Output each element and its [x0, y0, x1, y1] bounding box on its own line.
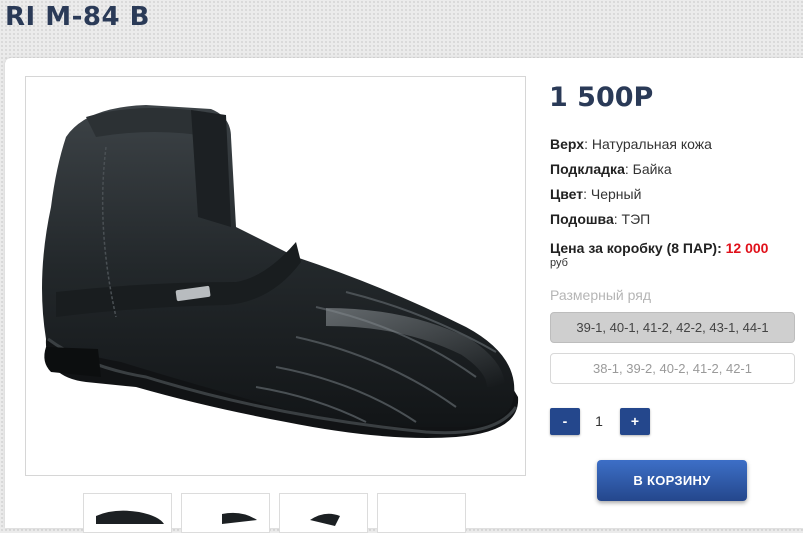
size-option[interactable]: 38-1, 39-2, 40-2, 41-2, 42-1 [550, 353, 795, 384]
size-option-selected[interactable]: 39-1, 40-1, 41-2, 42-2, 43-1, 44-1 [550, 312, 795, 343]
product-thumbnail[interactable] [181, 493, 270, 533]
add-to-cart-button[interactable]: В КОРЗИНУ [597, 460, 747, 501]
spec-value: : Черный [583, 186, 642, 202]
shoe-thumbnail-icon [96, 510, 164, 524]
product-price: 1 500Р [549, 82, 654, 113]
spec-label: Подошва [550, 211, 614, 227]
quantity-value[interactable]: 1 [588, 413, 610, 429]
spec-sole: Подошва: ТЭП [550, 211, 650, 227]
box-price-value: 12 000 [725, 240, 769, 256]
spec-label: Верх [550, 136, 585, 152]
box-price-unit: руб [550, 257, 568, 269]
spec-value: : Байка [624, 161, 672, 177]
quantity-increase-button[interactable]: + [620, 408, 650, 435]
spec-color: Цвет: Черный [550, 186, 641, 202]
spec-value: : Натуральная кожа [584, 136, 712, 152]
product-thumbnail[interactable] [83, 493, 172, 533]
product-title: RI M-84 B [5, 2, 150, 32]
shoe-thumbnail-icon [310, 513, 340, 526]
size-range-label: Размерный ряд [550, 287, 652, 303]
product-thumbnail[interactable] [377, 493, 466, 533]
spec-upper: Верх: Натуральная кожа [550, 136, 712, 152]
spec-label: Цвет [550, 186, 584, 202]
box-price-label: Цена за коробку (8 ПАР): [550, 240, 726, 256]
quantity-decrease-button[interactable]: - [550, 408, 580, 435]
shoe-thumbnail-icon [222, 512, 257, 524]
spec-value: : ТЭП [613, 211, 651, 227]
product-thumbnail[interactable] [279, 493, 368, 533]
spec-label: Подкладка [550, 161, 625, 177]
box-price: Цена за коробку (8 ПАР): 12 000 [550, 240, 768, 256]
shoe-illustration [42, 105, 519, 438]
spec-lining: Подкладка: Байка [550, 161, 672, 177]
product-main-image[interactable] [25, 76, 526, 476]
